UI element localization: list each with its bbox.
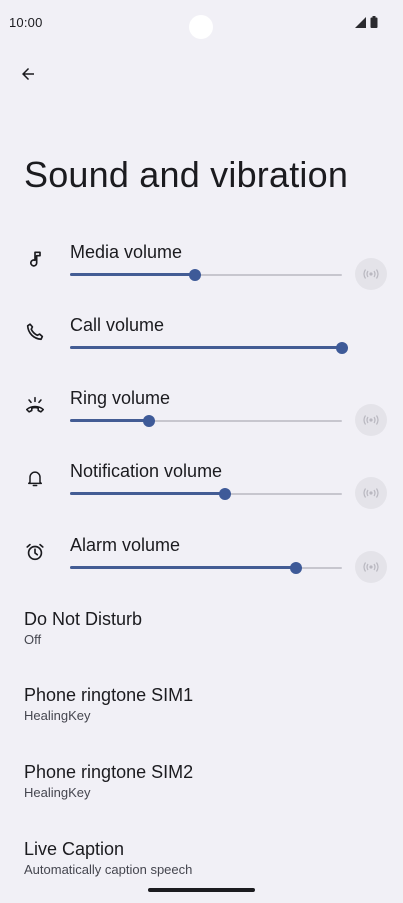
ring-volume-slider[interactable] xyxy=(70,414,342,428)
pref-summary: Off xyxy=(24,632,42,647)
battery-icon xyxy=(370,16,378,28)
vibrate-icon xyxy=(363,415,379,425)
media-volume-row: Media volume xyxy=(0,242,403,314)
alarm-volume-slider[interactable] xyxy=(70,561,342,575)
slider-fill xyxy=(70,566,296,569)
signal-icon xyxy=(355,16,366,28)
pref-summary: Automatically caption speech xyxy=(24,862,193,877)
phone-ringtone-sim1-item[interactable]: Phone ringtone SIM1 HealingKey xyxy=(24,684,384,725)
notification-volume-row: Notification volume xyxy=(0,461,403,533)
arrow-back-icon xyxy=(22,68,34,80)
slider-fill xyxy=(70,492,225,495)
phone-icon xyxy=(22,319,48,345)
slider-fill xyxy=(70,273,195,276)
pref-title: Live Caption xyxy=(24,839,125,859)
back-button[interactable] xyxy=(12,58,44,90)
phone-ringtone-sim2-item[interactable]: Phone ringtone SIM2 HealingKey xyxy=(24,761,384,802)
status-icons xyxy=(355,16,378,28)
slider-thumb[interactable] xyxy=(219,488,231,500)
media-vibrate-toggle[interactable] xyxy=(355,258,387,290)
slider-thumb[interactable] xyxy=(290,562,302,574)
pref-summary: HealingKey xyxy=(24,708,91,723)
gesture-nav-handle[interactable] xyxy=(148,888,255,892)
slider-thumb[interactable] xyxy=(336,342,348,354)
pref-title: Phone ringtone SIM2 xyxy=(24,762,194,782)
live-caption-item[interactable]: Live Caption Automatically caption speec… xyxy=(24,838,384,879)
pref-title: Phone ringtone SIM1 xyxy=(24,685,194,705)
notification-volume-slider[interactable] xyxy=(70,487,342,501)
camera-cutout xyxy=(189,15,213,39)
notification-vibrate-toggle[interactable] xyxy=(355,477,387,509)
vibrate-icon xyxy=(363,269,379,279)
call-volume-label: Call volume xyxy=(70,315,165,335)
pref-summary: HealingKey xyxy=(24,785,91,800)
slider-thumb[interactable] xyxy=(189,269,201,281)
status-bar: 10:00 xyxy=(0,0,403,46)
slider-fill xyxy=(70,419,149,422)
vibrate-icon xyxy=(363,562,379,572)
slider-fill xyxy=(70,346,342,349)
ring-phone-icon xyxy=(22,392,48,418)
call-volume-row: Call volume xyxy=(0,315,403,387)
notification-volume-label: Notification volume xyxy=(70,461,223,481)
alarm-vibrate-toggle[interactable] xyxy=(355,551,387,583)
bell-icon xyxy=(22,465,48,491)
ring-volume-label: Ring volume xyxy=(70,388,171,408)
do-not-disturb-item[interactable]: Do Not Disturb Off xyxy=(24,608,384,649)
alarm-clock-icon xyxy=(22,539,48,565)
music-note-icon xyxy=(22,246,48,272)
ring-volume-row: Ring volume xyxy=(0,388,403,460)
call-volume-slider[interactable] xyxy=(70,341,348,355)
media-volume-label: Media volume xyxy=(70,242,183,262)
page-title: Sound and vibration xyxy=(24,154,349,195)
media-volume-slider[interactable] xyxy=(70,268,342,282)
alarm-volume-label: Alarm volume xyxy=(70,535,181,555)
vibrate-icon xyxy=(363,488,379,498)
pref-title: Do Not Disturb xyxy=(24,609,143,629)
alarm-volume-row: Alarm volume xyxy=(0,535,403,607)
status-time: 10:00 xyxy=(9,15,43,30)
slider-thumb[interactable] xyxy=(143,415,155,427)
ring-vibrate-toggle[interactable] xyxy=(355,404,387,436)
